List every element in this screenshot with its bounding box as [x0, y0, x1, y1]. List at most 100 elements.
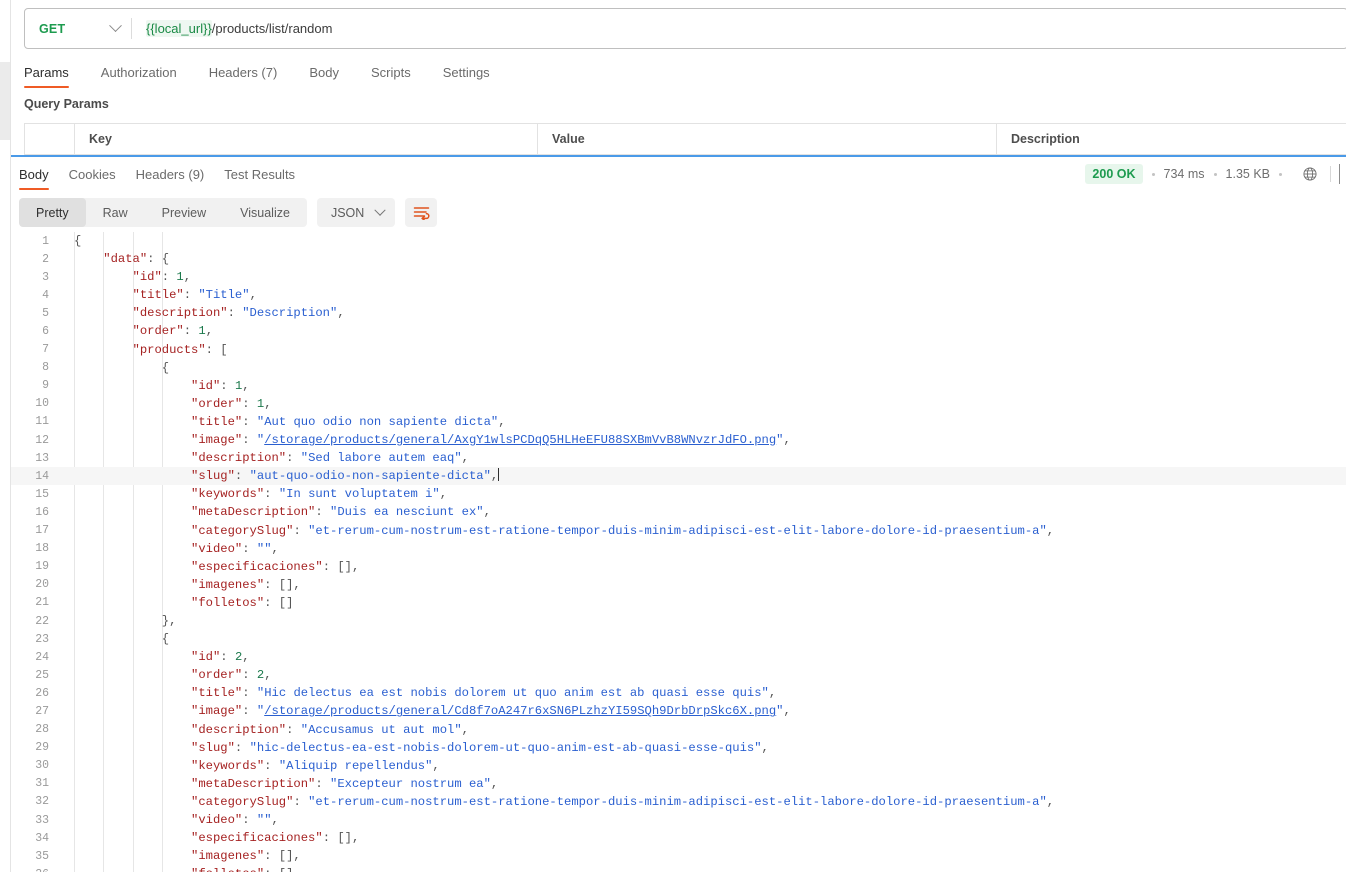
code-line[interactable]: 21 "folletos": []: [11, 594, 1346, 612]
token-key: "slug": [191, 469, 235, 484]
code-line[interactable]: 35 "imagenes": [],: [11, 847, 1346, 865]
view-raw[interactable]: Raw: [86, 198, 145, 227]
token-punc: ,: [1046, 794, 1055, 809]
code-line-text: "id": 2,: [58, 648, 250, 666]
code-line-text: "slug": "aut-quo-odio-non-sapiente-dicta…: [58, 467, 500, 485]
code-line-text: "imagenes": [],: [58, 847, 301, 865]
response-language-dropdown[interactable]: JSON: [316, 198, 396, 227]
token-str: "et-rerum-cum-nostrum-est-ratione-tempor…: [308, 523, 1047, 538]
code-line[interactable]: 24 "id": 2,: [11, 648, 1346, 666]
request-url-input[interactable]: {{local_url}} /products/list/random: [132, 9, 1346, 48]
code-line[interactable]: 14 "slug": "aut-quo-odio-non-sapiente-di…: [11, 467, 1346, 486]
token-key: "title": [191, 414, 243, 429]
view-preview[interactable]: Preview: [145, 198, 223, 227]
token-str: "Sed labore autem eaq": [300, 451, 462, 466]
token-key: "image": [191, 433, 243, 448]
code-line-text: "categorySlug": "et-rerum-cum-nostrum-es…: [58, 522, 1054, 540]
token-str: "In sunt voluptatem i": [278, 487, 440, 502]
code-line[interactable]: 27 "image": "/storage/products/general/C…: [11, 702, 1346, 720]
code-line[interactable]: 20 "imagenes": [],: [11, 576, 1346, 594]
line-number: 1: [42, 234, 49, 248]
tab-headers[interactable]: Headers (7): [209, 65, 294, 88]
code-scroll-container[interactable]: 1{2 "data": {3 "id": 1, 4 "title": "Title…: [11, 232, 1346, 872]
request-url-bar: GET {{local_url}} /products/list/random: [24, 8, 1346, 49]
token-str: "Aliquip repellendus": [278, 758, 433, 773]
token-key: "categorySlug": [191, 523, 294, 538]
code-line[interactable]: 26 "title": "Hic delectus ea est nobis d…: [11, 684, 1346, 702]
code-line-text: "description": "Description",: [58, 304, 345, 322]
code-line[interactable]: 29 "slug": "hic-delectus-ea-est-nobis-do…: [11, 739, 1346, 757]
code-line[interactable]: 28 "description": "Accusamus ut aut mol"…: [11, 721, 1346, 739]
token-punc: ,: [242, 378, 250, 393]
code-lines: 1{2 "data": {3 "id": 1, 4 "title": "Title…: [11, 232, 1346, 872]
token-key: "order": [191, 396, 243, 411]
tab-params[interactable]: Params: [24, 65, 85, 88]
token-punc: : [],: [322, 831, 360, 846]
tab-authorization[interactable]: Authorization: [101, 65, 193, 88]
token-key: "video": [191, 813, 243, 827]
token-key: "categorySlug": [191, 794, 294, 809]
code-line[interactable]: 11 "title": "Aut quo odio non sapiente d…: [11, 413, 1346, 431]
code-line[interactable]: 10 "order": 1,: [11, 395, 1346, 413]
token-key: "imagenes": [191, 577, 265, 592]
tab-body[interactable]: Body: [309, 65, 355, 88]
code-line[interactable]: 31 "metaDescription": "Excepteur nostrum…: [11, 775, 1346, 793]
tab-response-cookies[interactable]: Cookies: [69, 167, 116, 190]
token-str: "Duis ea nesciunt ex": [330, 505, 484, 520]
code-line[interactable]: 19 "especificaciones": [],: [11, 558, 1346, 576]
code-line-text: {: [58, 232, 81, 250]
tab-response-body[interactable]: Body: [19, 167, 49, 190]
code-line[interactable]: 1{: [11, 232, 1346, 250]
column-header-value: Value: [538, 124, 997, 154]
tab-test-results[interactable]: Test Results: [224, 167, 295, 190]
code-line[interactable]: 15 "keywords": "In sunt voluptatem i",: [11, 485, 1346, 503]
code-line[interactable]: 5 "description": "Description",: [11, 304, 1346, 322]
code-line[interactable]: 18 "video": "",: [11, 540, 1346, 558]
wrap-lines-button[interactable]: [405, 198, 438, 227]
code-line-text: "id": 1,: [58, 377, 250, 395]
tab-scripts[interactable]: Scripts: [371, 65, 427, 88]
token-key: "keywords": [191, 758, 265, 773]
code-line[interactable]: 16 "metaDescription": "Duis ea nesciunt …: [11, 503, 1346, 521]
code-line[interactable]: 25 "order": 2,: [11, 666, 1346, 684]
token-punc: ,: [432, 758, 440, 773]
code-line[interactable]: 4 "title": "Title",: [11, 286, 1346, 304]
code-line[interactable]: 7 "products": [: [11, 341, 1346, 359]
token-punc: : {: [147, 252, 170, 267]
code-line[interactable]: 36 "folletos": []: [11, 865, 1346, 872]
token-punc: : [: [205, 342, 228, 357]
code-line[interactable]: 34 "especificaciones": [],: [11, 829, 1346, 847]
code-line[interactable]: 8 {: [11, 359, 1346, 377]
code-line[interactable]: 17 "categorySlug": "et-rerum-cum-nostrum…: [11, 522, 1346, 540]
view-pretty[interactable]: Pretty: [19, 198, 86, 227]
token-punc: :: [242, 668, 257, 683]
code-line[interactable]: 32 "categorySlug": "et-rerum-cum-nostrum…: [11, 793, 1346, 811]
code-line-text: "id": 1,: [58, 268, 192, 286]
line-number: 26: [35, 686, 49, 700]
token-punc: :: [264, 487, 279, 502]
token-link[interactable]: /storage/products/general/Cd8f7oA247r6xS…: [264, 704, 776, 718]
token-link[interactable]: /storage/products/general/AxgY1wlsPCDqQ5…: [264, 433, 776, 447]
token-punc: ,: [1046, 523, 1055, 538]
tab-settings[interactable]: Settings: [443, 65, 506, 88]
code-line-text: "title": "Title",: [58, 286, 257, 304]
code-line[interactable]: 3 "id": 1,: [11, 268, 1346, 286]
code-line[interactable]: 6 "order": 1,: [11, 322, 1346, 340]
view-visualize[interactable]: Visualize: [223, 198, 307, 227]
code-line[interactable]: 33 "video": "",: [11, 811, 1346, 829]
response-body-code-viewer[interactable]: 1{2 "data": {3 "id": 1, 4 "title": "Title…: [11, 232, 1346, 872]
code-line[interactable]: 9 "id": 1,: [11, 377, 1346, 395]
code-line[interactable]: 12 "image": "/storage/products/general/A…: [11, 431, 1346, 449]
pane-splitter-handle[interactable]: [11, 155, 1346, 157]
http-method-dropdown[interactable]: GET: [25, 9, 131, 48]
code-line[interactable]: 2 "data": {: [11, 250, 1346, 268]
code-line[interactable]: 22 },: [11, 612, 1346, 630]
line-number: 36: [11, 868, 58, 872]
tab-response-headers[interactable]: Headers (9): [136, 167, 205, 190]
globe-icon[interactable]: [1302, 166, 1318, 182]
code-line[interactable]: 30 "keywords": "Aliquip repellendus",: [11, 757, 1346, 775]
code-line[interactable]: 13 "description": "Sed labore autem eaq"…: [11, 449, 1346, 467]
code-line[interactable]: 23 {: [11, 630, 1346, 648]
line-number: 34: [35, 831, 49, 845]
token-str: "Title": [198, 288, 250, 303]
